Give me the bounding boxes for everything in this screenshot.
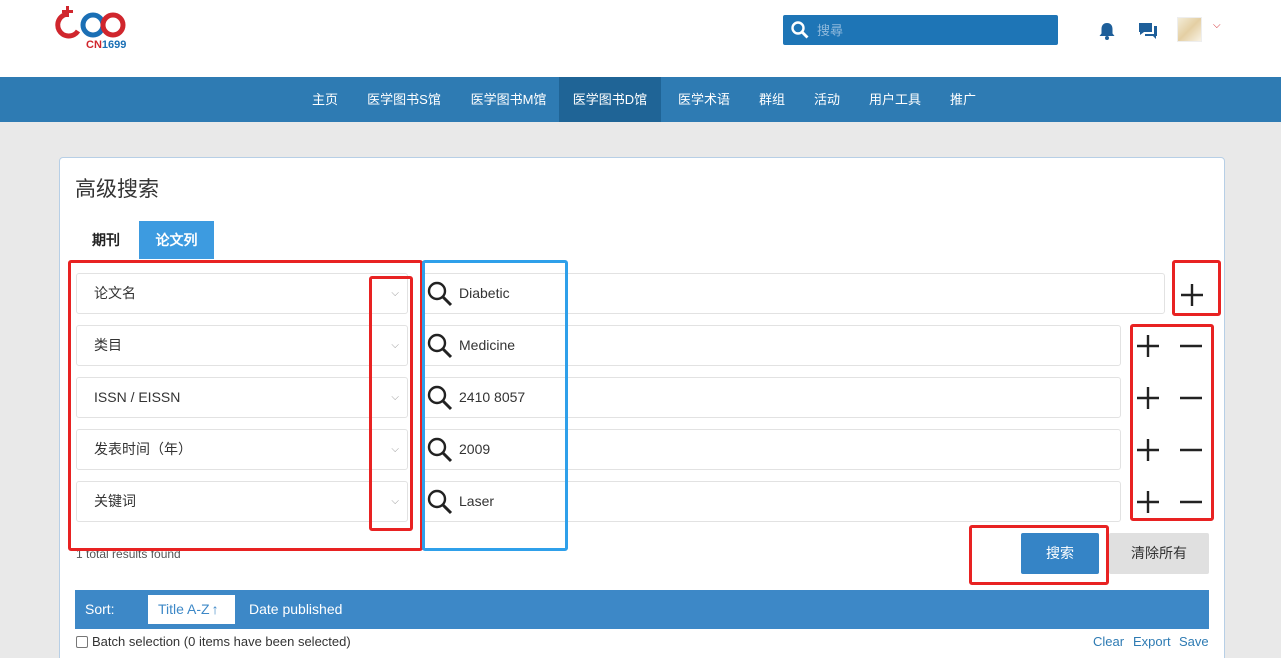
field-select-label: ISSN / EISSN: [94, 389, 181, 405]
chat-icon[interactable]: [1137, 20, 1159, 42]
page-title: 高级搜索: [75, 178, 159, 201]
batch-checkbox[interactable]: [76, 635, 88, 648]
search-term-value: Laser: [459, 493, 495, 509]
field-select[interactable]: 关键词 ⌵: [76, 481, 408, 522]
nav-item-library-m[interactable]: 医学图书M馆: [458, 77, 559, 122]
sort-title-option[interactable]: Title A-Z ↑: [148, 595, 235, 624]
field-select-label: 论文名: [94, 285, 136, 301]
search-icon: [427, 333, 453, 359]
chevron-down-icon[interactable]: ⌵: [391, 274, 399, 313]
field-select[interactable]: 类目 ⌵: [76, 325, 408, 366]
nav-item-library-d[interactable]: 医学图书D馆: [559, 77, 661, 122]
bell-icon[interactable]: [1096, 20, 1118, 42]
chevron-down-icon[interactable]: ⌵: [391, 430, 399, 469]
field-select[interactable]: 发表时间（年） ⌵: [76, 429, 408, 470]
save-link[interactable]: Save: [1179, 634, 1209, 649]
search-icon: [427, 385, 453, 411]
field-select-label: 类目: [94, 337, 122, 353]
search-icon: [791, 21, 809, 39]
field-select-label: 关键词: [94, 493, 136, 509]
avatar[interactable]: [1177, 17, 1202, 42]
global-search[interactable]: [783, 15, 1058, 45]
global-search-input[interactable]: [817, 22, 1037, 38]
chevron-down-icon[interactable]: ⌵: [391, 326, 399, 365]
nav-item-events[interactable]: 活动: [802, 77, 852, 122]
field-select-label: 发表时间（年）: [94, 441, 192, 457]
results-count: 1 total results found: [76, 547, 181, 561]
nav-item-user-tools[interactable]: 用户工具: [857, 77, 933, 122]
search-button[interactable]: 搜索: [1021, 533, 1099, 574]
sort-label: Sort:: [85, 601, 115, 617]
nav-item-terminology[interactable]: 医学术语: [666, 77, 742, 122]
sort-bar: Sort: Title A-Z ↑ Date published: [75, 590, 1209, 629]
remove-row-button[interactable]: [1176, 435, 1206, 465]
add-row-button[interactable]: [1133, 435, 1163, 465]
add-row-button[interactable]: [1133, 487, 1163, 517]
logo-text: CN1699: [86, 39, 127, 51]
chevron-down-icon[interactable]: ⌵: [391, 482, 399, 521]
search-term-value: 2009: [459, 441, 491, 457]
arrow-up-icon: ↑: [211, 601, 219, 617]
add-row-button[interactable]: [1133, 331, 1163, 361]
search-icon: [427, 281, 453, 307]
search-term-input[interactable]: Diabetic: [420, 273, 1165, 314]
top-header: CN1699 ⌵: [0, 0, 1281, 77]
remove-row-button[interactable]: [1176, 331, 1206, 361]
search-term-input[interactable]: Laser: [420, 481, 1121, 522]
remove-row-button[interactable]: [1176, 487, 1206, 517]
search-term-input[interactable]: Medicine: [420, 325, 1121, 366]
nav-item-library-s[interactable]: 医学图书S馆: [355, 77, 453, 122]
nav-item-home[interactable]: 主页: [300, 77, 350, 122]
search-icon: [427, 437, 453, 463]
tab-journals[interactable]: 期刊: [75, 221, 137, 259]
nav-item-promote[interactable]: 推广: [938, 77, 988, 122]
tab-articles[interactable]: 论文列: [139, 221, 214, 259]
search-term-value: 2410 8057: [459, 389, 526, 405]
search-term-value: Diabetic: [459, 285, 510, 301]
main-nav: 主页 医学图书S馆 医学图书M馆 医学图书D馆 医学术语 群组 活动 用户工具 …: [0, 77, 1281, 122]
field-select[interactable]: ISSN / EISSN ⌵: [76, 377, 408, 418]
nav-item-groups[interactable]: 群组: [747, 77, 797, 122]
search-icon: [427, 489, 453, 515]
add-row-button[interactable]: [1177, 280, 1207, 310]
clear-all-button[interactable]: 清除所有: [1109, 533, 1209, 574]
add-row-button[interactable]: [1133, 383, 1163, 413]
search-term-value: Medicine: [459, 337, 516, 353]
remove-row-button[interactable]: [1176, 383, 1206, 413]
field-select[interactable]: 论文名 ⌵: [76, 273, 408, 314]
clear-link[interactable]: Clear: [1093, 634, 1124, 649]
chevron-down-icon[interactable]: ⌵: [391, 378, 399, 417]
batch-selection[interactable]: Batch selection (0 items have been selec…: [76, 634, 351, 649]
chevron-down-icon[interactable]: ⌵: [1213, 20, 1221, 31]
export-link[interactable]: Export: [1133, 634, 1171, 649]
sort-date-option[interactable]: Date published: [249, 590, 342, 629]
search-term-input[interactable]: 2009: [420, 429, 1121, 470]
batch-label: Batch selection (0 items have been selec…: [92, 634, 351, 649]
search-term-input[interactable]: 2410 8057: [420, 377, 1121, 418]
